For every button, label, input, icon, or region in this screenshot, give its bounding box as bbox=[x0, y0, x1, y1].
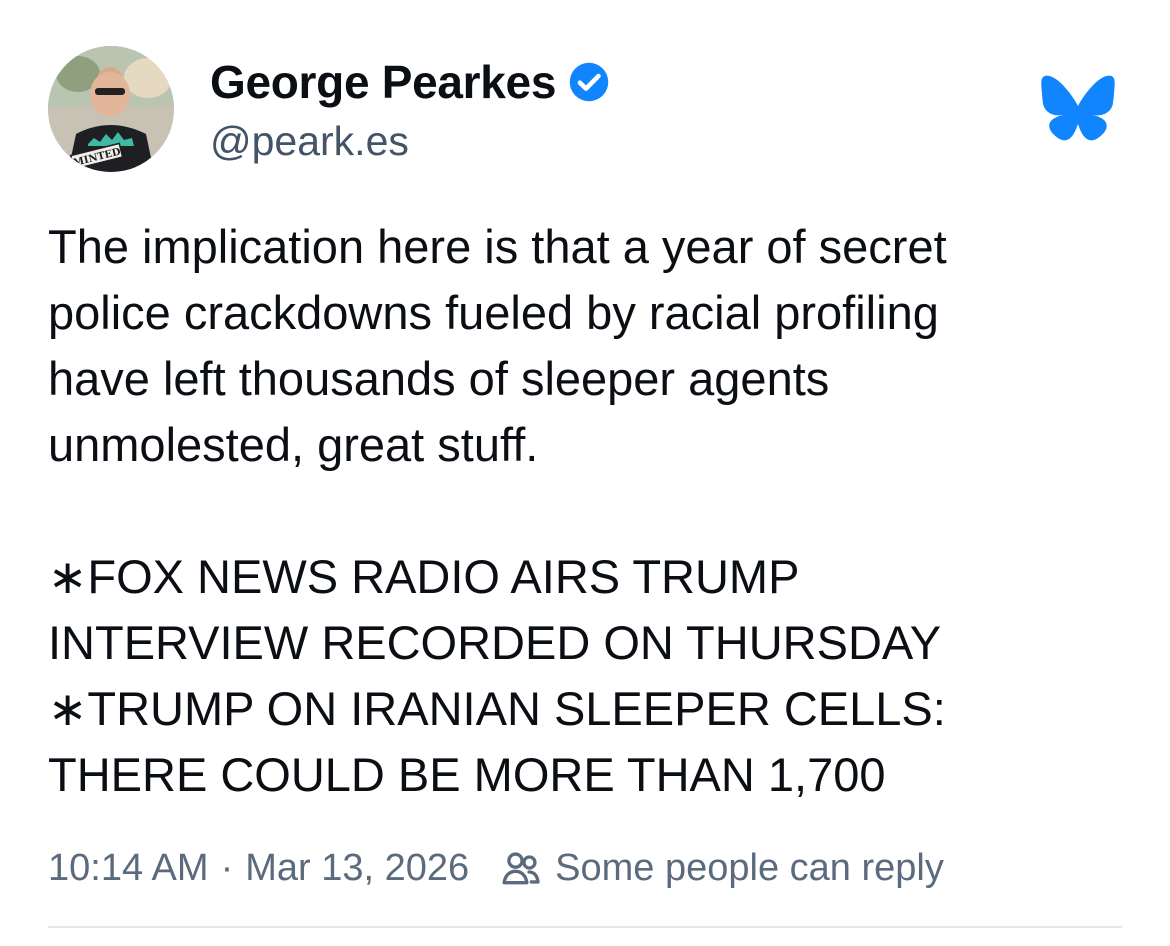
post-card: MINTED George Pearkes @peark.es The impl… bbox=[0, 0, 1170, 946]
post-paragraph-headlines: ∗FOX NEWS RADIO AIRS TRUMP INTERVIEW REC… bbox=[48, 550, 946, 801]
author-display-name[interactable]: George Pearkes bbox=[210, 55, 556, 109]
reply-setting-label[interactable]: Some people can reply bbox=[555, 847, 944, 890]
author-avatar[interactable]: MINTED bbox=[48, 46, 174, 172]
post-text: The implication here is that a year of s… bbox=[48, 214, 1138, 808]
post-paragraph-commentary: The implication here is that a year of s… bbox=[48, 220, 947, 471]
verified-check-icon[interactable] bbox=[568, 61, 610, 103]
post-time[interactable]: 10:14 AM bbox=[48, 847, 209, 890]
people-icon bbox=[502, 852, 540, 885]
author-handle[interactable]: @peark.es bbox=[210, 118, 409, 165]
bluesky-butterfly-icon[interactable] bbox=[1040, 74, 1116, 142]
post-meta: 10:14 AM · Mar 13, 2026 Some people can … bbox=[48, 840, 944, 896]
meta-separator: · bbox=[220, 846, 234, 889]
avatar-photo: MINTED bbox=[48, 46, 174, 172]
post-divider bbox=[48, 926, 1122, 928]
post-date[interactable]: Mar 13, 2026 bbox=[245, 847, 469, 890]
author-name-row: George Pearkes bbox=[210, 54, 610, 110]
